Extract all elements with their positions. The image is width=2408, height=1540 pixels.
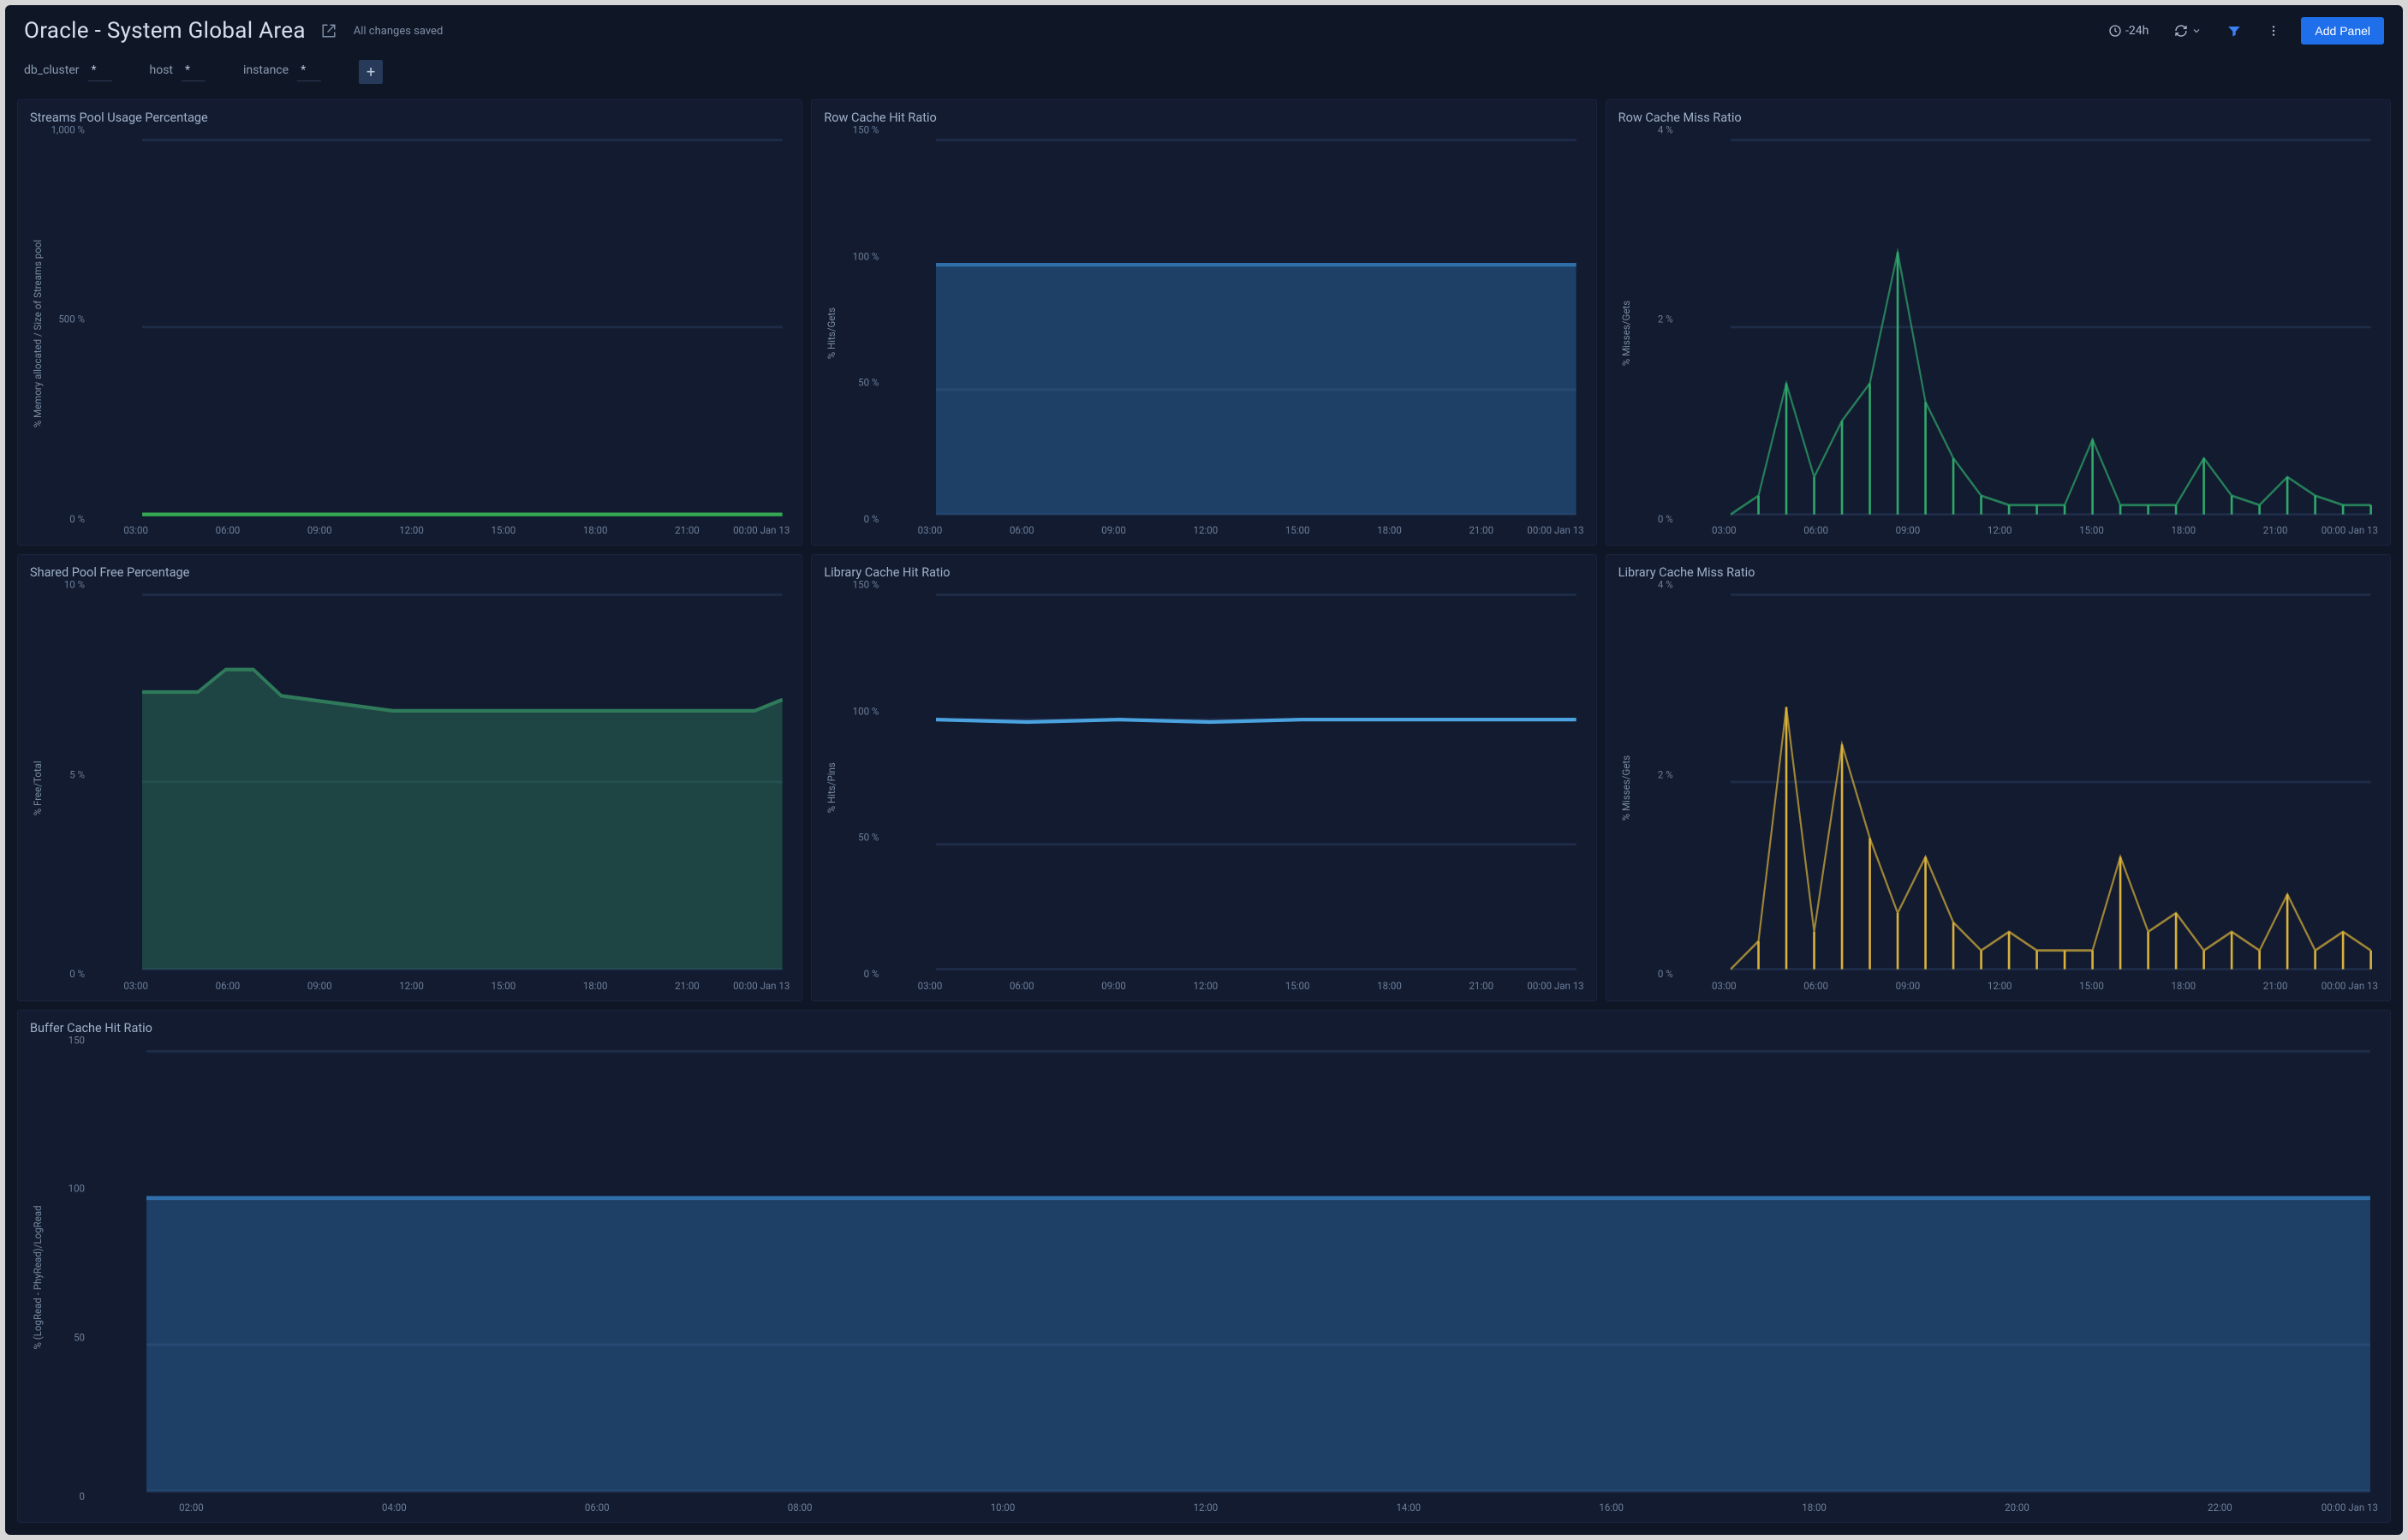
panel-library-cache-miss[interactable]: Library Cache Miss Ratio % Misses/Gets 4… bbox=[1606, 554, 2391, 1000]
variable-name: instance bbox=[243, 63, 289, 77]
chart: 10 %5 %0 % bbox=[45, 585, 790, 974]
kebab-menu-icon[interactable] bbox=[2262, 21, 2286, 41]
panel-shared-pool-free[interactable]: Shared Pool Free Percentage % Free/Total… bbox=[17, 554, 802, 1000]
panel-row-cache-miss[interactable]: Row Cache Miss Ratio % Misses/Gets 4 %2 … bbox=[1606, 99, 2391, 546]
refresh-button[interactable] bbox=[2169, 21, 2207, 41]
panel-library-cache-hit[interactable]: Library Cache Hit Ratio % Hits/Pins 150 … bbox=[811, 554, 1596, 1000]
time-range-label: -24h bbox=[2125, 24, 2149, 38]
panel-streams-pool-usage[interactable]: Streams Pool Usage Percentage % Memory a… bbox=[17, 99, 802, 546]
chart: 150100500 bbox=[45, 1041, 2378, 1496]
chart: 1,000 %500 %0 % bbox=[45, 130, 790, 519]
chart: 4 %2 %0 % bbox=[1634, 130, 2378, 519]
variable-name: db_cluster bbox=[24, 63, 80, 77]
panel-buffer-cache-hit[interactable]: Buffer Cache Hit Ratio % (LogRead - PhyR… bbox=[17, 1010, 2391, 1523]
y-axis-label: % (LogRead - PhyRead)/LogRead bbox=[30, 1041, 45, 1513]
variable-value: * bbox=[88, 63, 112, 81]
variable-db_cluster[interactable]: db_cluster * bbox=[24, 63, 112, 81]
y-axis-label: % Misses/Gets bbox=[1618, 585, 1634, 991]
panel-title: Streams Pool Usage Percentage bbox=[30, 110, 790, 125]
header: Oracle - System Global Area All changes … bbox=[5, 5, 2403, 53]
save-status: All changes saved bbox=[354, 25, 444, 38]
variable-bar: db_cluster * host * instance * + bbox=[5, 53, 2403, 99]
y-axis-label: % Hits/Pins bbox=[824, 585, 839, 991]
variable-name: host bbox=[150, 63, 174, 77]
variable-value: * bbox=[182, 63, 206, 81]
filter-icon[interactable] bbox=[2222, 21, 2246, 41]
variable-instance[interactable]: instance * bbox=[243, 63, 321, 81]
add-variable-button[interactable]: + bbox=[359, 60, 383, 84]
panel-title: Library Cache Miss Ratio bbox=[1618, 565, 2378, 580]
add-panel-button[interactable]: Add Panel bbox=[2301, 17, 2384, 45]
panel-grid: Streams Pool Usage Percentage % Memory a… bbox=[5, 99, 2403, 1535]
page-title: Oracle - System Global Area bbox=[24, 18, 306, 44]
chart: 150 %100 %50 %0 % bbox=[839, 585, 1583, 974]
chart: 4 %2 %0 % bbox=[1634, 585, 2378, 974]
y-axis-label: % Hits/Gets bbox=[824, 130, 839, 536]
y-axis-label: % Memory allocated / Size of Streams poo… bbox=[30, 130, 45, 536]
panel-title: Library Cache Hit Ratio bbox=[824, 565, 1583, 580]
variable-host[interactable]: host * bbox=[150, 63, 206, 81]
y-axis-label: % Free/Total bbox=[30, 585, 45, 991]
time-range-picker[interactable]: -24h bbox=[2103, 21, 2154, 41]
panel-title: Row Cache Miss Ratio bbox=[1618, 110, 2378, 125]
share-icon[interactable] bbox=[321, 23, 337, 39]
chart: 150 %100 %50 %0 % bbox=[839, 130, 1583, 519]
app-root: Oracle - System Global Area All changes … bbox=[5, 5, 2403, 1535]
panel-title: Row Cache Hit Ratio bbox=[824, 110, 1583, 125]
panel-row-cache-hit[interactable]: Row Cache Hit Ratio % Hits/Gets 150 %100… bbox=[811, 99, 1596, 546]
y-axis-label: % Misses/Gets bbox=[1618, 130, 1634, 536]
panel-title: Buffer Cache Hit Ratio bbox=[30, 1021, 2378, 1036]
variable-value: * bbox=[297, 63, 321, 81]
panel-title: Shared Pool Free Percentage bbox=[30, 565, 790, 580]
